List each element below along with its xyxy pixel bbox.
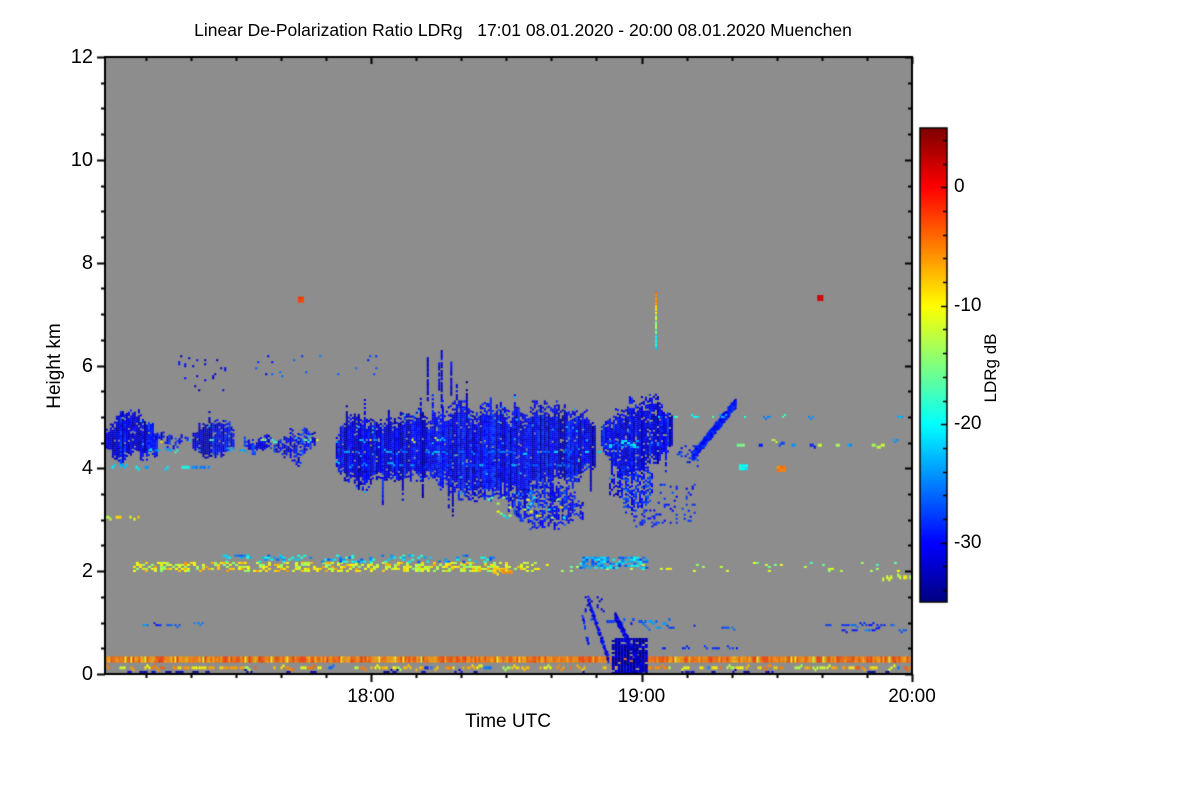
y-tick-label-6: 6 xyxy=(81,354,93,377)
y-tick-label-10: 10 xyxy=(70,148,93,171)
y-tick-label-8: 8 xyxy=(81,251,93,274)
x-tick-label-20:00: 20:00 xyxy=(888,686,936,707)
colorbar-tick-label--10: -10 xyxy=(954,294,982,316)
y-tick-label-2: 2 xyxy=(81,560,93,583)
ldr-time-height-figure: Linear De-Polarization Ratio LDRg 17:01 … xyxy=(0,0,1200,800)
colorbar-tick-label--30: -30 xyxy=(954,531,982,553)
colorbar-label: LDRg dB xyxy=(981,333,1000,403)
y-tick-label-0: 0 xyxy=(81,663,93,685)
y-tick-label-12: 12 xyxy=(70,46,93,68)
colorbar-tick-label--20: -20 xyxy=(954,413,982,435)
heatmap-canvas xyxy=(0,0,1200,800)
x-tick-label-18:00: 18:00 xyxy=(347,686,395,707)
y-tick-label-4: 4 xyxy=(81,457,93,480)
x-axis-label: Time UTC xyxy=(465,711,551,732)
x-tick-label-19:00: 19:00 xyxy=(617,686,666,707)
plot-title: Linear De-Polarization Ratio LDRg 17:01 … xyxy=(194,20,852,40)
colorbar-tick-label-0: 0 xyxy=(954,176,965,198)
